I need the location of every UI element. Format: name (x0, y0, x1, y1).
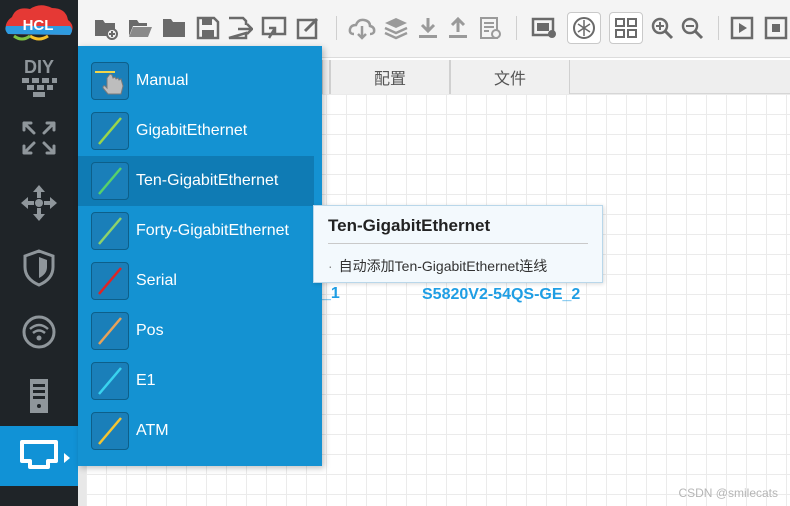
folder-icon[interactable] (160, 14, 188, 42)
menu-item-manual[interactable]: Manual (78, 56, 322, 106)
stop-icon[interactable] (762, 14, 790, 42)
server-icon (30, 379, 48, 413)
diy-icon: DIY (22, 57, 57, 97)
download-icon[interactable] (414, 14, 442, 42)
play-icon[interactable] (728, 14, 756, 42)
shield-icon (23, 249, 55, 287)
tab-files[interactable]: 文件 (450, 60, 570, 94)
serial-link-icon (91, 262, 129, 300)
grid-icon[interactable] (609, 12, 643, 44)
router-icon (22, 121, 56, 155)
menu-item-label: Manual (136, 72, 189, 89)
watermark: CSDN @smilecats (678, 486, 778, 500)
tab-bar: 配置 文件 (322, 60, 790, 94)
sidebar-item-security[interactable] (0, 238, 78, 298)
tooltip-title: Ten-GigabitEthernet (328, 216, 491, 235)
tab-hidden[interactable] (322, 60, 330, 94)
gigabitethernet-link-icon (91, 112, 129, 150)
menu-item-atm[interactable]: ATM (78, 406, 322, 456)
switch-icon (21, 185, 57, 221)
e1-link-icon (91, 362, 129, 400)
sidebar-item-router[interactable] (0, 108, 78, 168)
sidebar-item-diy-label: DIY (24, 57, 54, 77)
menu-item-label: GigabitEthernet (136, 122, 248, 139)
upload-icon[interactable] (444, 14, 472, 42)
logo-text: HCL (23, 17, 54, 34)
menu-item-label: Ten-GigabitEthernet (136, 172, 279, 189)
new-project-icon[interactable] (92, 14, 120, 42)
pos-link-icon (91, 312, 129, 350)
menu-item-ten-gigabitethernet[interactable]: Ten-GigabitEthernet (78, 156, 314, 206)
hcl-logo: HCL (0, 0, 78, 46)
menu-item-label: Pos (136, 322, 164, 339)
zoom-out-icon[interactable] (678, 14, 706, 42)
sidebar-item-wireless[interactable] (0, 302, 78, 362)
cloud-icon[interactable] (348, 14, 376, 42)
sidebar-item-switch[interactable] (0, 173, 78, 233)
forty-gigabitethernet-link-icon (91, 212, 129, 250)
manual-link-icon (91, 62, 129, 100)
toolbar-divider (516, 16, 517, 40)
device-sidebar: HCL DIY (0, 0, 78, 506)
menu-item-forty-gigabitethernet[interactable]: Forty-GigabitEthernet (78, 206, 322, 256)
capture-icon[interactable] (530, 14, 558, 42)
device-label-2: S5820V2-54QS-GE_2 (422, 286, 581, 303)
menu-item-gigabitethernet[interactable]: GigabitEthernet (78, 106, 322, 156)
wireless-icon (22, 315, 56, 349)
link-tooltip: Ten-GigabitEthernet · 自动添加Ten-GigabitEthe… (313, 205, 603, 283)
export-icon[interactable] (260, 14, 288, 42)
expand-arrow-icon (64, 453, 70, 463)
layers-icon[interactable] (382, 14, 410, 42)
menu-item-label: Serial (136, 272, 177, 289)
link-type-menu: Manual GigabitEthernet Ten-GigabitEthern… (78, 46, 322, 466)
menu-item-label: ATM (136, 422, 169, 439)
tooltip-description: 自动添加Ten-GigabitEthernet连线 (338, 258, 548, 274)
sidebar-item-diy[interactable]: DIY (0, 46, 78, 106)
toolbar-divider (336, 16, 337, 40)
ten-gigabitethernet-link-icon (91, 162, 129, 200)
ethernet-port-icon (20, 440, 58, 469)
save-as-icon[interactable] (226, 14, 254, 42)
save-icon[interactable] (194, 14, 222, 42)
topology-icon[interactable] (567, 12, 601, 44)
open-project-icon[interactable] (126, 14, 154, 42)
zoom-in-icon[interactable] (648, 14, 676, 42)
log-icon[interactable] (476, 14, 504, 42)
menu-item-e1[interactable]: E1 (78, 356, 322, 406)
edit-icon[interactable] (294, 14, 322, 42)
toolbar-divider (718, 16, 719, 40)
sidebar-item-server[interactable] (0, 366, 78, 426)
tooltip-description-row: · 自动添加Ten-GigabitEthernet连线 (328, 256, 547, 276)
menu-item-serial[interactable]: Serial (78, 256, 322, 306)
tab-config[interactable]: 配置 (330, 60, 450, 94)
tooltip-divider (328, 243, 588, 244)
bullet-icon: · (328, 258, 333, 274)
menu-item-label: E1 (136, 372, 156, 389)
sidebar-item-link[interactable] (0, 426, 78, 486)
atm-link-icon (91, 412, 129, 450)
device-label-1: _1 (322, 285, 340, 302)
menu-item-label: Forty-GigabitEthernet (136, 222, 289, 239)
menu-item-pos[interactable]: Pos (78, 306, 322, 356)
